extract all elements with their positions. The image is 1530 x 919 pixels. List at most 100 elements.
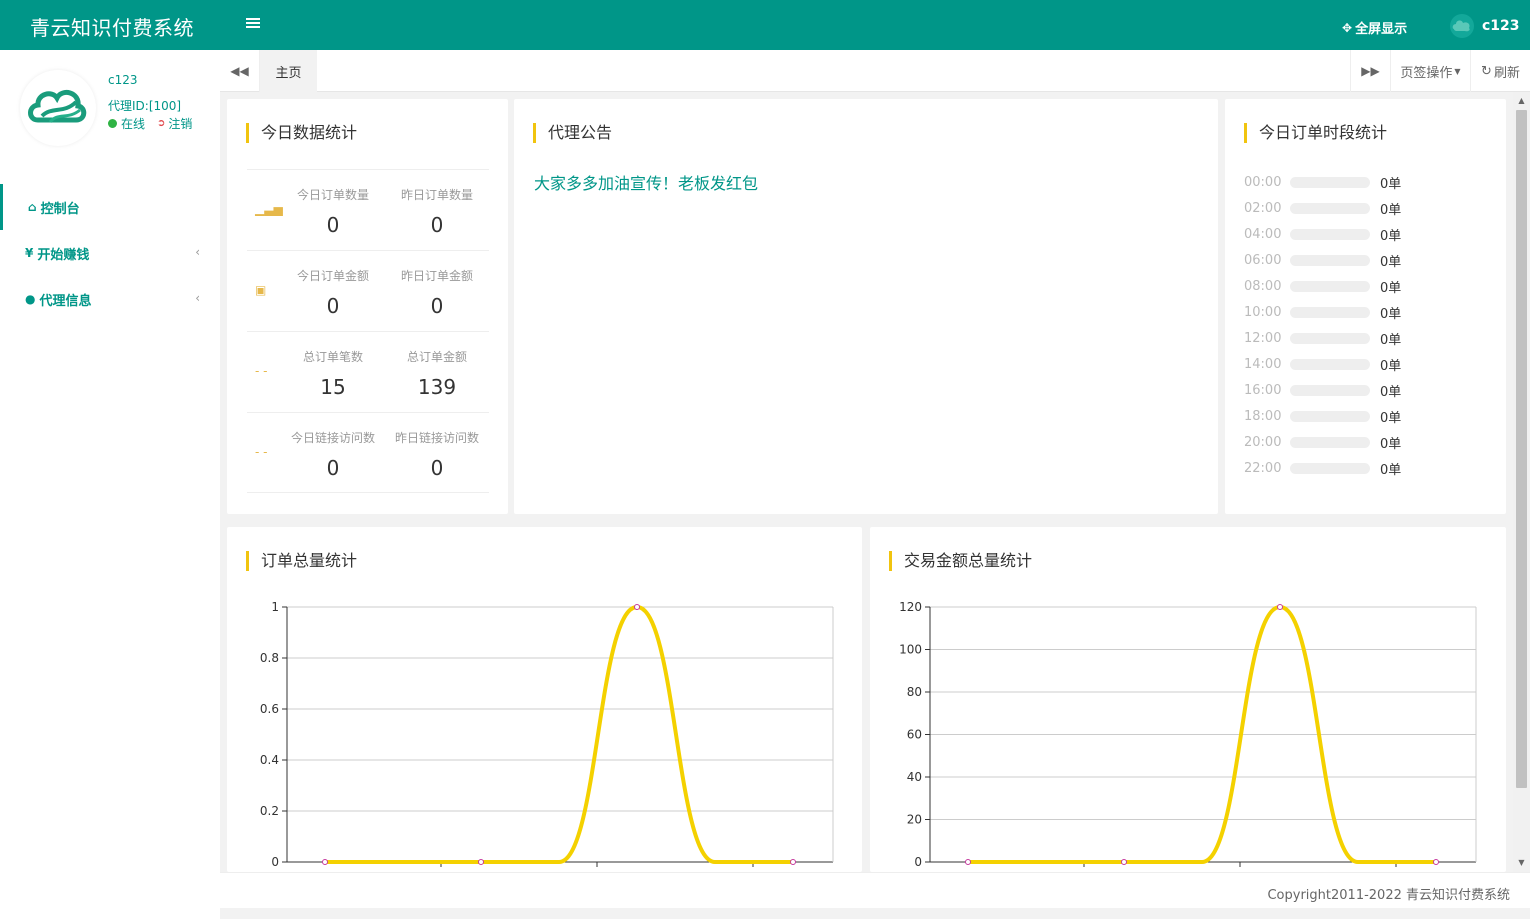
- fullscreen-button[interactable]: ✥ 全屏显示: [1342, 18, 1407, 38]
- timeslot-progress-bar: [1290, 254, 1370, 266]
- chevron-left-icon: ‹: [195, 245, 200, 259]
- timeslot-time: 02:00: [1244, 200, 1282, 216]
- stat-yesterday-visits: 昨日链接访问数 0: [385, 429, 489, 480]
- yen-icon: ¥: [25, 246, 34, 260]
- stat-yesterday-orders: 昨日订单数量 0: [385, 186, 489, 237]
- timeslot-time: 18:00: [1244, 408, 1282, 424]
- top-header: 青云知识付费系统 ✥ 全屏显示 c123: [0, 0, 1530, 50]
- y-tick-label: 40: [907, 770, 922, 784]
- timeslot-progress-bar: [1290, 332, 1370, 344]
- sidebar-item-start-earning[interactable]: ¥ 开始赚钱 ‹: [0, 230, 220, 276]
- stats-row: ▣ 今日订单金额 0 昨日订单金额 0: [247, 250, 489, 331]
- timeslot-card: 今日订单时段统计 00:00 0单 02:00 0单 04:00 0单 06:00 0单 08:…: [1225, 99, 1506, 514]
- orders-line-chart: 0 0.2 0.4 0.6 0.8 1: [260, 600, 834, 869]
- stat-label: 总订单笔数: [302, 350, 363, 364]
- data-point: [965, 859, 971, 865]
- data-point: [634, 604, 640, 610]
- tab-home[interactable]: 主页: [260, 50, 317, 92]
- timeslot-progress-bar: [1290, 358, 1370, 370]
- data-point: [790, 859, 796, 865]
- footer: Copyright2011-2022 青云知识付费系统: [220, 872, 1530, 908]
- data-point: [1433, 859, 1439, 865]
- data-point: [322, 859, 328, 865]
- sidebar-item-agent-info[interactable]: ● 代理信息 ‹: [0, 276, 220, 322]
- timeslot-row: 18:00 0单: [1244, 407, 1402, 426]
- timeslot-row: 20:00 0单: [1244, 433, 1402, 452]
- timeslot-row: 02:00 0单: [1244, 199, 1402, 218]
- logout-icon: ➲: [157, 118, 166, 129]
- timeslot-count: 0单: [1380, 176, 1402, 192]
- y-tick-label: 0: [271, 855, 279, 869]
- agent-id: 代理ID:[100]: [108, 99, 182, 113]
- stat-total-orders: 总订单笔数 15: [281, 348, 385, 399]
- user-name: c123: [108, 73, 138, 87]
- avatar: [20, 70, 96, 146]
- menu-toggle-icon[interactable]: [246, 16, 260, 34]
- stat-value: 0: [326, 294, 340, 318]
- stat-today-visits: 今日链接访问数 0: [281, 429, 385, 480]
- sidebar-item-dashboard[interactable]: ⌂ 控制台: [0, 184, 220, 230]
- stats-row: - - 今日链接访问数 0 昨日链接访问数 0: [247, 412, 489, 493]
- timeslot-time: 06:00: [1244, 252, 1282, 268]
- page-ops-dropdown[interactable]: 页签操作 ▼: [1390, 50, 1470, 92]
- header-user-menu[interactable]: c123: [1450, 14, 1520, 38]
- timeslot-count: 0单: [1380, 280, 1402, 296]
- logout-link[interactable]: ➲ 注销: [157, 115, 192, 132]
- scroll-down-icon[interactable]: ▼: [1513, 858, 1530, 868]
- timeslot-row: 00:00 0单: [1244, 173, 1402, 192]
- timeslot-progress-bar: [1290, 436, 1370, 448]
- stat-today-amount: 今日订单金额 0: [281, 267, 385, 318]
- user-icon: ●: [25, 292, 36, 306]
- scroll-up-icon[interactable]: ▲: [1513, 96, 1530, 106]
- timeslot-count: 0单: [1380, 332, 1402, 348]
- timeslot-count: 0单: [1380, 202, 1402, 218]
- timeslot-time: 22:00: [1244, 460, 1282, 476]
- double-chevron-right-icon: ▶▶: [1361, 64, 1380, 78]
- dash-icon: - -: [255, 364, 268, 378]
- timeslot-count: 0单: [1380, 254, 1402, 270]
- stat-label: 总订单金额: [406, 350, 467, 364]
- y-tick-label: 0.8: [260, 651, 279, 665]
- stat-label: 今日订单金额: [296, 269, 369, 283]
- stat-label: 昨日链接访问数: [394, 431, 479, 445]
- timeslot-time: 00:00: [1244, 174, 1282, 190]
- page-scrollbar[interactable]: ▲ ▼: [1513, 92, 1530, 872]
- sidebar: c123 代理ID:[100] 在线 ➲ 注销 ⌂ 控制台 ¥ 开始赚钱 ‹ ●…: [0, 50, 220, 919]
- timeslot-row: 12:00 0单: [1244, 329, 1402, 348]
- scroll-thumb[interactable]: [1516, 110, 1527, 788]
- tab-scroll-left-button[interactable]: ◀◀: [220, 50, 260, 92]
- user-panel: c123 代理ID:[100] 在线 ➲ 注销: [0, 50, 220, 170]
- card-title: 代理公告: [533, 123, 612, 143]
- timeslot-row: 14:00 0单: [1244, 355, 1401, 374]
- refresh-label: 刷新: [1493, 65, 1520, 81]
- y-tick-label: 120: [899, 600, 922, 614]
- refresh-button[interactable]: ↻ 刷新: [1470, 50, 1530, 92]
- stat-label: 昨日订单金额: [400, 269, 473, 283]
- timeslot-progress-bar: [1290, 202, 1370, 214]
- timeslot-progress-bar: [1290, 410, 1370, 422]
- timeslot-time: 10:00: [1244, 304, 1282, 320]
- stat-label: 今日订单数量: [296, 188, 369, 202]
- refresh-icon: ↻: [1481, 63, 1492, 79]
- y-tick-label: 100: [899, 643, 922, 657]
- tab-scroll-right-button[interactable]: ▶▶: [1350, 50, 1390, 92]
- stat-value: 0: [326, 456, 340, 480]
- online-dot-icon: [108, 119, 117, 128]
- timeslot-count: 0单: [1380, 410, 1402, 426]
- chevron-left-icon: ‹: [195, 291, 200, 305]
- stat-value: 139: [417, 375, 457, 399]
- tab-bar: ◀◀ 主页 ▶▶ 页签操作 ▼ ↻ 刷新: [220, 50, 1530, 92]
- header-username: c123: [1482, 18, 1520, 34]
- stat-value: 0: [430, 213, 444, 237]
- timeslot-count: 0单: [1380, 436, 1402, 452]
- timeslot-row: 08:00 0单: [1244, 277, 1402, 296]
- box-icon: ▣: [255, 283, 267, 297]
- bar-chart-icon: ▁▃▅: [255, 202, 283, 216]
- stat-label: 今日链接访问数: [290, 431, 375, 445]
- stat-value: 0: [326, 213, 340, 237]
- stat-total-amount: 总订单金额 139: [385, 348, 489, 399]
- data-point: [1277, 604, 1283, 610]
- brand-logo-text: 青云知识付费系统: [30, 16, 194, 40]
- notice-text: 大家多多加油宣传！老板发红包: [534, 174, 759, 193]
- double-chevron-left-icon: ◀◀: [230, 64, 249, 78]
